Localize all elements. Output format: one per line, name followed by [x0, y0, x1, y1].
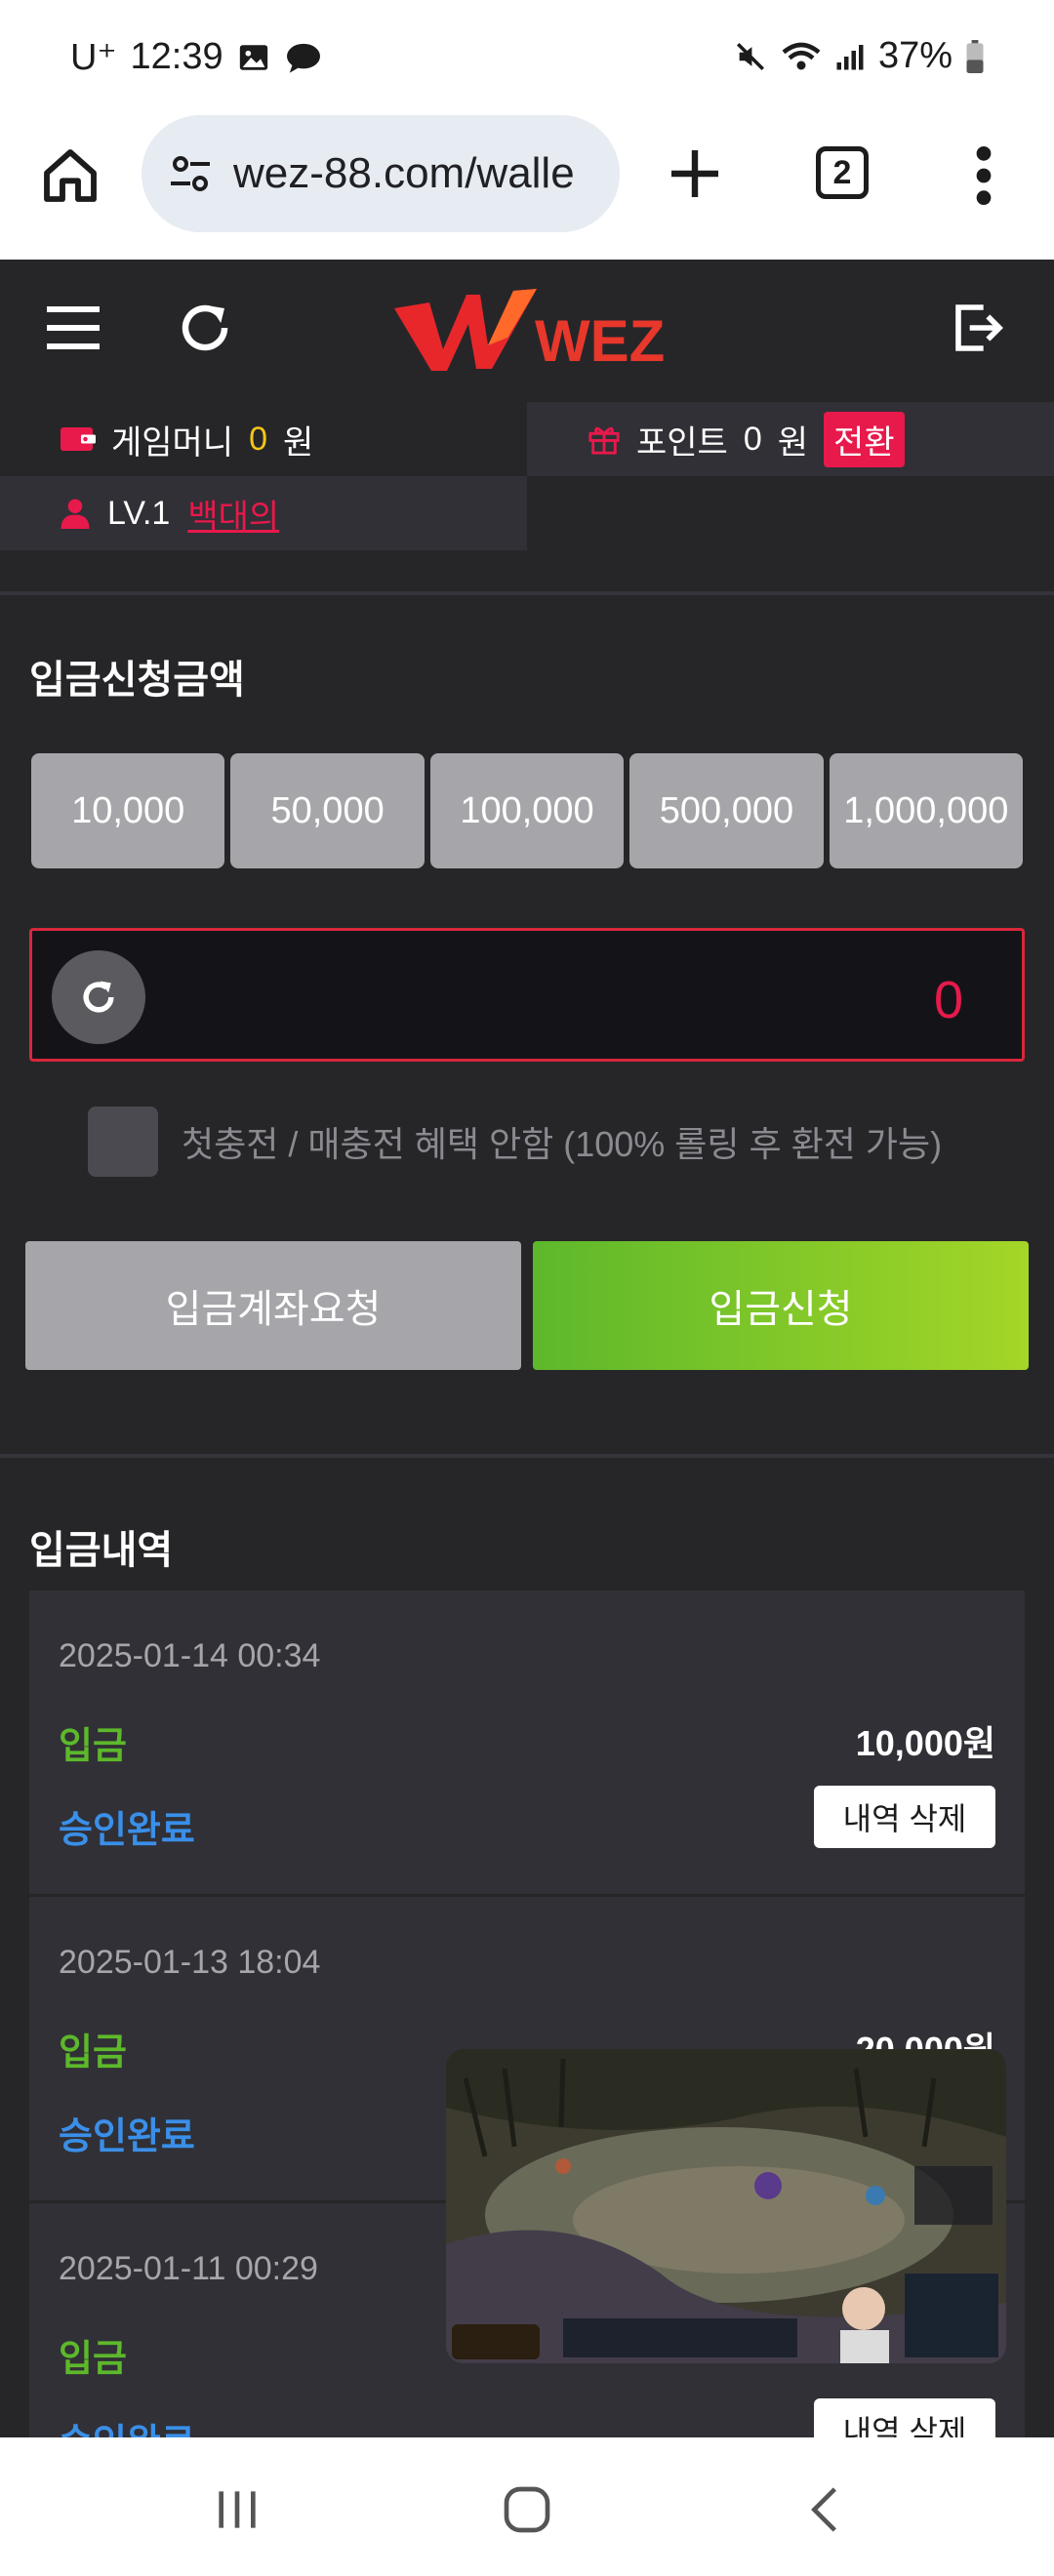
no-bonus-option: 첫충전 / 매충전 혜택 안함 (100% 롤링 후 환전 가능) — [88, 1105, 942, 1179]
gallery-icon — [239, 44, 267, 70]
history-date: 2025-01-11 00:29 — [59, 2250, 318, 2287]
no-bonus-checkbox[interactable] — [88, 1107, 158, 1177]
points-value: 0 — [743, 420, 762, 458]
deposit-history-title: 입금내역 — [29, 1529, 174, 1572]
game-money-label: 게임머니 — [111, 423, 234, 462]
won-unit: 원 — [283, 423, 314, 462]
back-icon[interactable] — [798, 2482, 853, 2537]
amount-button-50000[interactable]: 50,000 — [230, 753, 425, 868]
user-level: LV.1 — [107, 494, 171, 532]
wifi-icon — [782, 42, 821, 69]
amount-button-10000[interactable]: 10,000 — [31, 753, 225, 868]
deposit-amount-title: 입금신청금액 — [29, 659, 245, 702]
amount-button-500000[interactable]: 500,000 — [629, 753, 824, 868]
gift-icon — [588, 426, 620, 455]
game-money-row: 게임머니 0 원 — [0, 402, 527, 476]
wez-logo[interactable]: WEZ — [390, 281, 673, 379]
user-row: LV.1 백대의 — [0, 476, 527, 550]
delete-history-button[interactable]: 내역 삭제 — [814, 2398, 995, 2439]
clock: 12:39 — [130, 36, 223, 77]
history-type: 입금 — [59, 2033, 127, 2073]
user-icon — [61, 499, 90, 529]
amount-button-1000000[interactable]: 1,000,000 — [829, 753, 1024, 868]
more-options-icon[interactable] — [966, 142, 1001, 209]
divider — [0, 1454, 1054, 1458]
tab-switcher-button[interactable]: 2 — [816, 146, 869, 199]
account-info: 게임머니 0 원 포인트 0 원 전환 LV.1 백대의 — [0, 402, 1054, 550]
history-type: 입금 — [59, 2339, 127, 2380]
deposit-submit-button[interactable]: 입금신청 — [533, 1241, 1029, 1370]
wallet-icon — [61, 427, 96, 451]
account-request-button[interactable]: 입금계좌요청 — [25, 1241, 521, 1370]
no-bonus-label: 첫충전 / 매충전 혜택 안함 (100% 롤링 후 환전 가능) — [182, 1124, 943, 1164]
carrier-label: U⁺ — [70, 37, 117, 78]
logo-text: WEZ — [535, 308, 665, 374]
reset-amount-button[interactable] — [52, 950, 145, 1044]
status-bar: U⁺ 12:39 37% — [0, 0, 1054, 115]
deposit-amount-input[interactable]: 0 — [29, 928, 1025, 1062]
new-tab-icon[interactable] — [664, 142, 726, 205]
battery-percent: 37% — [877, 35, 953, 76]
reset-icon — [83, 981, 114, 1013]
signal-icon — [836, 44, 864, 69]
site-header: WEZ — [0, 260, 1054, 402]
list-item: 2025-01-14 00:34 입금 10,000원 승인완료 내역 삭제 — [29, 1590, 1025, 1897]
recent-apps-icon[interactable] — [210, 2482, 264, 2537]
home-button-icon[interactable] — [500, 2482, 554, 2537]
points-won-unit: 원 — [777, 423, 809, 462]
hamburger-menu-icon[interactable] — [47, 306, 100, 349]
logout-icon[interactable] — [952, 301, 1006, 355]
url-text: wez-88.com/walle — [233, 149, 575, 197]
picture-in-picture-video[interactable] — [446, 2049, 1006, 2363]
deposit-amount-value: 0 — [933, 971, 963, 1029]
convert-button[interactable]: 전환 — [824, 411, 905, 467]
points-row: 포인트 0 원 전환 — [527, 402, 1054, 476]
delete-history-button[interactable]: 내역 삭제 — [814, 1786, 995, 1848]
browser-toolbar: wez-88.com/walle 2 — [0, 115, 1054, 260]
site-settings-icon[interactable] — [167, 150, 214, 197]
history-status: 승인완료 — [59, 2116, 195, 2157]
quick-amount-buttons: 10,000 50,000 100,000 500,000 1,000,000 — [31, 753, 1024, 868]
history-status: 승인완료 — [59, 2412, 195, 2439]
address-bar[interactable]: wez-88.com/walle — [142, 115, 620, 232]
history-amount: 10,000원 — [855, 1723, 995, 1763]
system-navigation-bar — [0, 2437, 1054, 2576]
chat-icon — [286, 43, 320, 73]
game-video-frame — [446, 2049, 1006, 2363]
refresh-icon[interactable] — [176, 299, 234, 357]
mute-icon — [736, 42, 764, 70]
points-label: 포인트 — [636, 423, 728, 462]
game-money-value: 0 — [249, 420, 268, 458]
history-date: 2025-01-14 00:34 — [59, 1637, 321, 1674]
battery-icon — [966, 39, 984, 73]
history-date: 2025-01-13 18:04 — [59, 1944, 321, 1981]
amount-button-100000[interactable]: 100,000 — [429, 753, 625, 868]
history-status: 승인완료 — [59, 1810, 195, 1851]
username-link[interactable]: 백대의 — [187, 490, 279, 538]
home-icon[interactable] — [39, 144, 101, 207]
divider — [0, 591, 1054, 595]
history-type: 입금 — [59, 1726, 127, 1767]
